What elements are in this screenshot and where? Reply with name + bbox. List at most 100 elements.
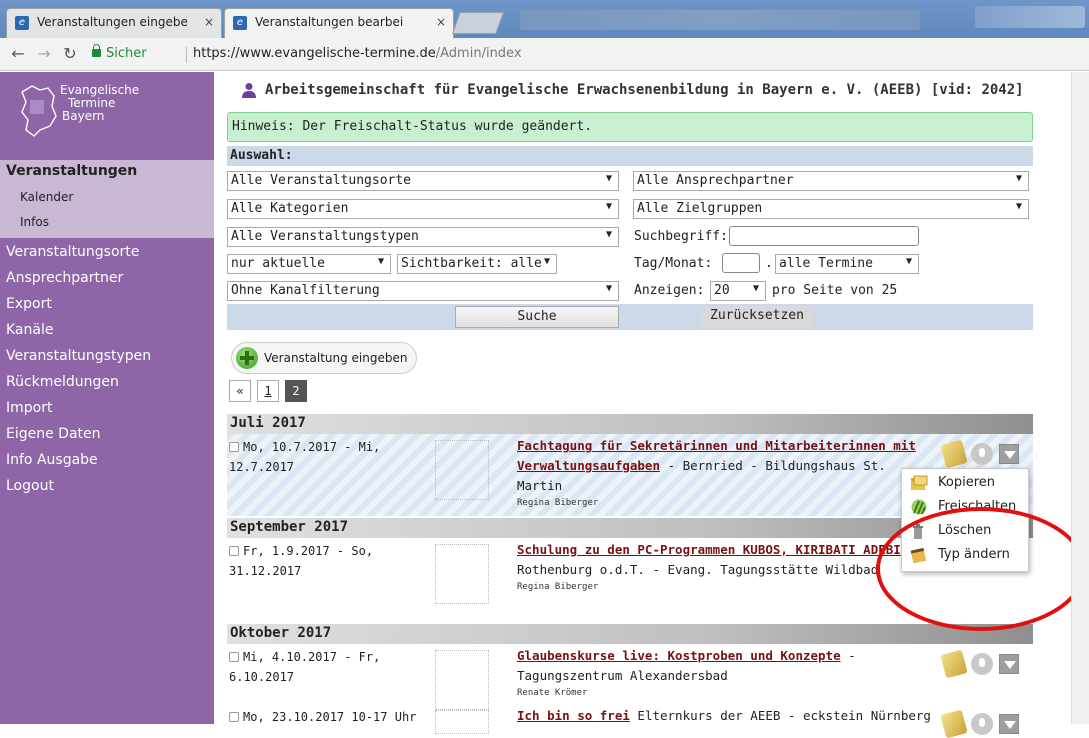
evangelische-termine-bayern-logo[interactable]: Evangelische Termine Bayern	[18, 82, 198, 142]
lightbulb-icon[interactable]	[971, 443, 993, 465]
event-checkbox[interactable]	[229, 442, 239, 452]
status-notice: Hinweis: Der Freischalt-Status wurde geä…	[227, 112, 1033, 142]
page-total-label: pro Seite von 25	[772, 283, 898, 298]
event-row: Mi, 4.10.2017 - Fr, 6.10.2017 Glaubensku…	[227, 644, 1033, 710]
channel-select-value: Ohne Kanalfilterung	[231, 283, 380, 298]
category-select-value: Alle Kategorien	[231, 201, 349, 216]
menu-item-freischalten[interactable]: Freischalten	[910, 496, 1016, 518]
change-type-icon	[910, 547, 927, 563]
dates-select[interactable]: alle Termine ▼	[775, 254, 919, 274]
sidebar-subitem-kalender[interactable]: Kalender	[20, 190, 73, 204]
lightbulb-icon[interactable]	[971, 653, 993, 675]
channel-select[interactable]: Ohne Kanalfilterung ▼	[227, 281, 619, 301]
window-controls[interactable]	[975, 6, 1085, 28]
event-type-select[interactable]: Alle Veranstaltungstypen ▼	[227, 227, 619, 247]
event-row: Mo, 23.10.2017 10-17 Uhr Ich bin so frei…	[227, 704, 1033, 738]
add-event-button[interactable]: Veranstaltung eingeben	[231, 342, 417, 374]
time-range-select[interactable]: nur aktuelle ▼	[227, 254, 391, 274]
event-contact: Regina Biberger	[517, 498, 599, 508]
event-date-text: Mi, 4.10.2017 - Fr, 6.10.2017	[229, 650, 381, 684]
sidebar-item-veranstaltungstypen[interactable]: Veranstaltungstypen	[6, 348, 151, 364]
menu-item-typ-aendern[interactable]: Typ ändern	[910, 544, 1010, 566]
new-tab-button[interactable]	[451, 12, 505, 34]
edit-note-icon[interactable]	[940, 439, 968, 469]
tab-label: Veranstaltungen eingebe	[37, 15, 188, 29]
sidebar-item-import[interactable]: Import	[6, 400, 52, 416]
tab-veranstaltungen-bearbeiten[interactable]: e Veranstaltungen bearbei ×	[224, 8, 454, 38]
event-title-link[interactable]: Schulung zu den PC-Programmen KUBOS, KIR…	[517, 542, 908, 557]
close-tab-icon[interactable]: ×	[436, 15, 446, 29]
per-page-label: Anzeigen:	[634, 283, 705, 298]
per-page-value: 20	[714, 283, 730, 298]
event-date: Mi, 4.10.2017 - Fr, 6.10.2017	[229, 647, 429, 687]
category-select[interactable]: Alle Kategorien ▼	[227, 199, 619, 219]
edit-note-icon[interactable]	[940, 649, 968, 679]
reset-button[interactable]: Zurücksetzen	[701, 306, 813, 328]
pagination-page-1[interactable]: 1	[257, 380, 279, 402]
browser-tab-bar: e Veranstaltungen eingebe × e Veranstalt…	[0, 0, 1089, 38]
dropdown-arrow-icon: ▼	[605, 173, 612, 184]
add-event-label: Veranstaltung eingeben	[264, 351, 408, 365]
event-place: - eckstein Nürnberg	[780, 708, 931, 723]
event-title-link[interactable]: Glaubenskurse live: Kostproben und Konze…	[517, 648, 841, 663]
event-details: Schulung zu den PC-Programmen KUBOS, KIR…	[517, 540, 937, 594]
site-favicon-icon: e	[233, 16, 247, 30]
site-favicon-icon: e	[15, 16, 29, 30]
dropdown-menu-icon[interactable]	[999, 654, 1019, 674]
event-details: Glaubenskurse live: Kostproben und Konze…	[517, 646, 937, 700]
folder-copy-icon	[911, 475, 928, 490]
event-image-placeholder	[435, 710, 489, 734]
event-image-placeholder	[435, 544, 489, 604]
back-arrow-icon[interactable]: ←	[8, 44, 28, 64]
user-icon	[242, 83, 256, 98]
sidebar-item-veranstaltungen[interactable]: Veranstaltungen	[6, 163, 137, 179]
menu-item-kopieren[interactable]: Kopieren	[910, 472, 995, 494]
sidebar-item-eigene-daten[interactable]: Eigene Daten	[6, 426, 101, 442]
event-image-placeholder	[435, 440, 489, 500]
dropdown-arrow-icon: ▼	[377, 256, 384, 267]
sidebar-item-export[interactable]: Export	[6, 296, 52, 312]
lock-icon	[92, 44, 101, 57]
per-page-select[interactable]: 20 ▼	[710, 281, 766, 301]
dropdown-menu-icon[interactable]	[999, 714, 1019, 734]
pagination-page-2-current[interactable]: 2	[285, 380, 307, 402]
secure-indicator[interactable]: Sicher	[92, 44, 147, 61]
event-checkbox[interactable]	[229, 652, 239, 662]
search-term-input[interactable]	[729, 226, 919, 246]
event-context-menu: Kopieren Freischalten Löschen Typ ändern	[901, 468, 1029, 572]
url-field[interactable]: https://www.evangelische-termine.de/Admi…	[193, 46, 522, 61]
sidebar-item-ansprechpartner[interactable]: Ansprechpartner	[6, 270, 123, 286]
close-tab-icon[interactable]: ×	[204, 15, 214, 29]
event-date: Mo, 10.7.2017 - Mi, 12.7.2017	[229, 437, 429, 477]
dropdown-arrow-icon: ▼	[905, 256, 912, 267]
event-checkbox[interactable]	[229, 546, 239, 556]
target-group-select[interactable]: Alle Zielgruppen ▼	[633, 199, 1029, 219]
menu-item-loeschen[interactable]: Löschen	[910, 520, 991, 542]
reload-icon[interactable]: ↻	[60, 44, 80, 64]
forward-arrow-icon[interactable]: →	[34, 44, 54, 64]
organization-title: Arbeitsgemeinschaft für Evangelische Erw…	[265, 82, 1024, 98]
sidebar-item-info-ausgabe[interactable]: Info Ausgabe	[6, 452, 98, 468]
event-checkbox[interactable]	[229, 712, 239, 722]
lightbulb-icon[interactable]	[971, 713, 993, 735]
visibility-select[interactable]: Sichtbarkeit: alle ▼	[397, 254, 557, 274]
dropdown-menu-icon[interactable]	[999, 444, 1019, 464]
visibility-select-value: Sichtbarkeit: alle	[401, 256, 542, 271]
sidebar-item-veranstaltungsorte[interactable]: Veranstaltungsorte	[6, 244, 139, 260]
sidebar-subitem-infos[interactable]: Infos	[20, 215, 49, 229]
sidebar-item-kanaele[interactable]: Kanäle	[6, 322, 53, 338]
event-date-text: Fr, 1.9.2017 - So, 31.12.2017	[229, 544, 374, 578]
tab-veranstaltungen-eingeben[interactable]: e Veranstaltungen eingebe ×	[6, 8, 222, 38]
venue-select[interactable]: Alle Veranstaltungsorte ▼	[227, 171, 619, 191]
search-button[interactable]: Suche	[455, 306, 619, 328]
event-title-link[interactable]: Ich bin so frei	[517, 708, 630, 723]
page-scrollbar[interactable]	[1071, 72, 1089, 724]
event-contact: Renate Krömer	[517, 688, 588, 698]
url-separator	[186, 47, 187, 63]
day-month-input[interactable]	[722, 253, 760, 273]
dropdown-arrow-icon: ▼	[1015, 201, 1022, 212]
sidebar-item-rueckmeldungen[interactable]: Rückmeldungen	[6, 374, 119, 390]
sidebar-item-logout[interactable]: Logout	[6, 478, 54, 494]
contact-select[interactable]: Alle Ansprechpartner ▼	[633, 171, 1029, 191]
pagination-prev[interactable]: «	[229, 380, 251, 402]
